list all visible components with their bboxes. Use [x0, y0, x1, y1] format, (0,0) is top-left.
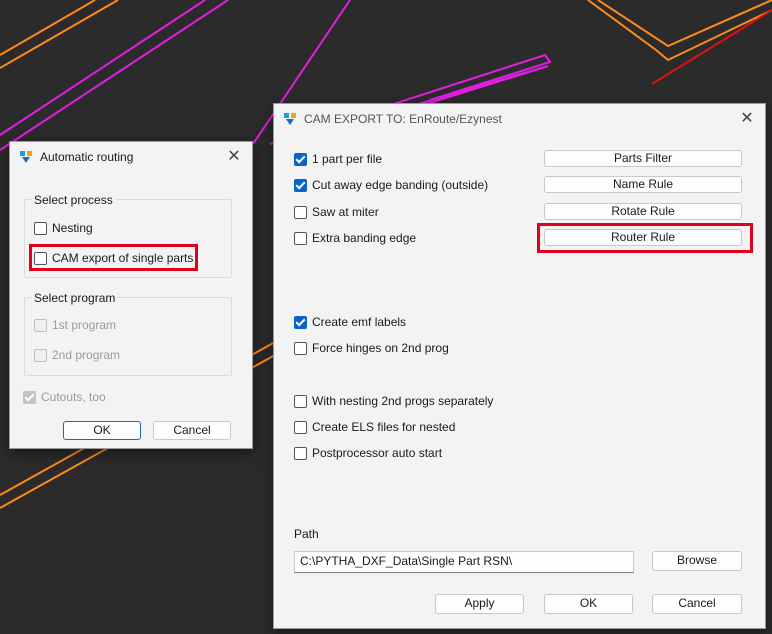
ok-button[interactable]: OK: [63, 421, 141, 440]
checkbox-label: 2nd program: [52, 348, 121, 362]
cutouts-too-checkbox[interactable]: Cutouts, too: [23, 389, 106, 405]
pytha-app-icon: [284, 113, 296, 125]
checkbox-label: 1st program: [52, 318, 117, 332]
dialog-title: Automatic routing: [40, 150, 134, 164]
select-program-label: Select program: [32, 291, 118, 305]
checkbox-box[interactable]: [23, 390, 36, 404]
checkbox-box[interactable]: [34, 318, 47, 332]
path-label: Path: [294, 527, 319, 541]
checkbox-label: Saw at miter: [312, 205, 379, 219]
one-part-per-file-checkbox[interactable]: 1 part per file: [294, 151, 382, 167]
close-icon[interactable]: ✕: [224, 147, 244, 167]
checkbox-box[interactable]: [34, 251, 47, 265]
postprocessor-auto-start-checkbox[interactable]: Postprocessor auto start: [294, 445, 442, 461]
first-program-checkbox[interactable]: 1st program: [34, 317, 116, 333]
cam-export-dialog: CAM EXPORT TO: EnRoute/Ezynest ✕ 1 part …: [273, 103, 766, 629]
create-els-files-checkbox[interactable]: Create ELS files for nested: [294, 419, 455, 435]
extra-banding-edge-checkbox[interactable]: Extra banding edge: [294, 230, 416, 246]
checkbox-label: Create emf labels: [312, 315, 407, 329]
router-rule-button[interactable]: Router Rule: [544, 229, 742, 246]
name-rule-button[interactable]: Name Rule: [544, 176, 742, 193]
apply-button[interactable]: Apply: [435, 594, 524, 614]
checkbox-box[interactable]: [34, 221, 47, 235]
parts-filter-button[interactable]: Parts Filter: [544, 150, 742, 167]
ok-button[interactable]: OK: [544, 594, 633, 614]
cam-export-single-parts-checkbox[interactable]: CAM export of single parts: [34, 250, 193, 266]
checkbox-box[interactable]: [294, 420, 307, 434]
path-input[interactable]: C:\PYTHA_DXF_Data\Single Part RSN\: [294, 551, 634, 573]
checkbox-label: Nesting: [52, 221, 93, 235]
cancel-button[interactable]: Cancel: [153, 421, 231, 440]
cut-away-edge-banding-checkbox[interactable]: Cut away edge banding (outside): [294, 177, 488, 193]
browse-button[interactable]: Browse: [652, 551, 742, 571]
select-program-group: [24, 297, 232, 376]
checkbox-label: 1 part per file: [312, 152, 383, 166]
close-icon[interactable]: ✕: [737, 109, 757, 129]
create-emf-labels-checkbox[interactable]: Create emf labels: [294, 314, 406, 330]
saw-at-miter-checkbox[interactable]: Saw at miter: [294, 204, 379, 220]
checkbox-label: Force hinges on 2nd prog: [312, 341, 449, 355]
checkbox-label: With nesting 2nd progs separately: [312, 394, 494, 408]
second-program-checkbox[interactable]: 2nd program: [34, 347, 120, 363]
checkbox-box[interactable]: [294, 231, 307, 245]
checkbox-box[interactable]: [294, 315, 307, 329]
title-bar: CAM EXPORT TO: EnRoute/Ezynest ✕: [274, 104, 765, 134]
title-bar: Automatic routing ✕: [10, 142, 252, 172]
checkbox-box[interactable]: [294, 205, 307, 219]
red-outline: [651, 9, 772, 85]
checkbox-box[interactable]: [294, 394, 307, 408]
checkbox-label: Extra banding edge: [312, 231, 417, 245]
checkbox-box[interactable]: [294, 152, 307, 166]
automatic-routing-dialog: Automatic routing ✕ Select process Nesti…: [9, 141, 253, 449]
pytha-app-icon: [20, 151, 32, 163]
checkbox-box[interactable]: [294, 341, 307, 355]
nesting-checkbox[interactable]: Nesting: [34, 220, 93, 236]
checkbox-box[interactable]: [294, 178, 307, 192]
rotate-rule-button[interactable]: Rotate Rule: [544, 203, 742, 220]
checkbox-label: CAM export of single parts: [52, 251, 194, 265]
checkbox-box[interactable]: [294, 446, 307, 460]
cancel-button[interactable]: Cancel: [652, 594, 742, 614]
dialog-title: CAM EXPORT TO: EnRoute/Ezynest: [304, 112, 502, 126]
force-hinges-checkbox[interactable]: Force hinges on 2nd prog: [294, 340, 449, 356]
checkbox-label: Cutouts, too: [41, 390, 106, 404]
select-process-label: Select process: [32, 193, 115, 207]
checkbox-label: Cut away edge banding (outside): [312, 178, 489, 192]
nesting-2nd-progs-separately-checkbox[interactable]: With nesting 2nd progs separately: [294, 393, 493, 409]
checkbox-box[interactable]: [34, 348, 47, 362]
checkbox-label: Postprocessor auto start: [312, 446, 443, 460]
checkbox-label: Create ELS files for nested: [312, 420, 456, 434]
select-process-group: [24, 199, 232, 278]
